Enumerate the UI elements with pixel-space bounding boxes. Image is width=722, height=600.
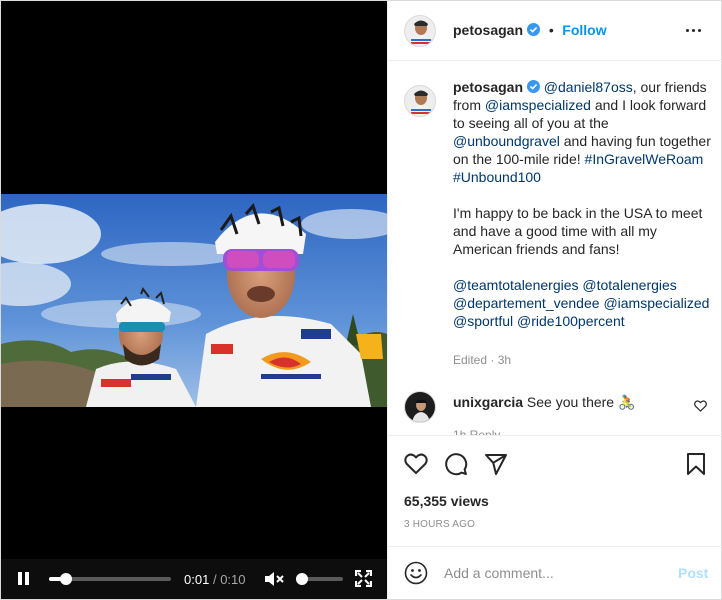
avatar[interactable] [404,15,436,47]
comments-section[interactable]: petosagan @daniel87oss, our friends from… [388,62,722,436]
volume-handle[interactable] [296,573,308,585]
follow-button[interactable]: Follow [562,22,606,38]
caption-paragraph-1: petosagan @daniel87oss, our friends from… [453,78,711,186]
video-time: 0:01 / 0:10 [184,572,246,587]
commenter-avatar-image [405,392,435,422]
comment-text: See you there 🚴 [526,394,636,410]
comment-item: unixgarcia See you there 🚴 [453,393,693,411]
caption-link[interactable]: @departement_vendee [453,295,600,311]
post-actions: 65,355 views 3 HOURS AGO [388,437,722,547]
verified-badge-icon [527,23,541,36]
comment-input[interactable] [444,561,664,585]
caption-link[interactable]: #Unbound100 [453,169,541,185]
comment-like-icon[interactable] [694,400,707,412]
smiley-icon[interactable] [404,561,428,585]
comment-icon[interactable] [444,452,468,476]
views-count[interactable]: 65,355 views [404,493,489,509]
caption-link[interactable]: @unboundgravel [453,133,560,149]
video-progress-handle[interactable] [60,573,73,585]
avatar-image [405,16,435,46]
header-user: petosagan • Follow [453,22,607,40]
add-comment-bar: Post [388,548,722,599]
video-player[interactable]: 0:01 / 0:10 [1,1,387,599]
caption-link[interactable]: @ride100percent [517,313,625,329]
post-header: petosagan • Follow [388,1,722,61]
more-dots-icon[interactable] [684,22,704,38]
verified-badge-icon [526,80,540,93]
caption-link[interactable]: @daniel87oss [544,79,633,95]
duration: 0:10 [220,572,246,587]
post-caption: petosagan @daniel87oss, our friends from… [453,78,711,330]
commenter-avatar[interactable] [404,391,436,423]
volume-slider[interactable] [296,573,343,585]
post-sidebar: petosagan • Follow petosagan @daniel87os… [387,1,722,599]
commenter-username[interactable]: unixgarcia [453,394,523,410]
caption-paragraph-3: @teamtotalenergies @totalenergies @depar… [453,276,711,330]
caption-link[interactable]: @teamtotalenergies [453,277,579,293]
time-separator: / [212,572,217,587]
caption-link[interactable]: @iamspecialized [603,295,709,311]
caption-link[interactable]: @sportful [453,313,513,329]
caption-avatar[interactable] [404,85,436,117]
current-time: 0:01 [184,572,210,587]
video-frame[interactable] [1,194,387,407]
fullscreen-icon[interactable] [355,570,372,587]
pause-button[interactable] [18,572,30,585]
caption-username[interactable]: petosagan [453,79,523,95]
caption-link[interactable]: #InGravelWeRoam [585,151,704,167]
header-username[interactable]: petosagan [453,22,523,38]
paper-plane-icon[interactable] [484,452,508,476]
comment-meta: 1h Reply [453,428,501,436]
caption-link[interactable]: @iamspecialized [485,97,591,113]
caption-avatar-image [405,86,435,116]
video-progress-bar[interactable] [49,573,171,585]
header-dot: • [548,22,554,38]
post-button[interactable]: Post [678,565,708,581]
caption-edited-time: Edited · 3h [453,353,512,367]
bookmark-icon[interactable] [684,452,708,476]
caption-link[interactable]: @totalenergies [582,277,676,293]
heart-icon[interactable] [404,452,428,476]
caption-paragraph-2: I'm happy to be back in the USA to meet … [453,205,703,257]
post-time[interactable]: 3 HOURS AGO [404,519,475,530]
video-controls: 0:01 / 0:10 [1,559,387,599]
mute-icon[interactable] [264,570,284,588]
